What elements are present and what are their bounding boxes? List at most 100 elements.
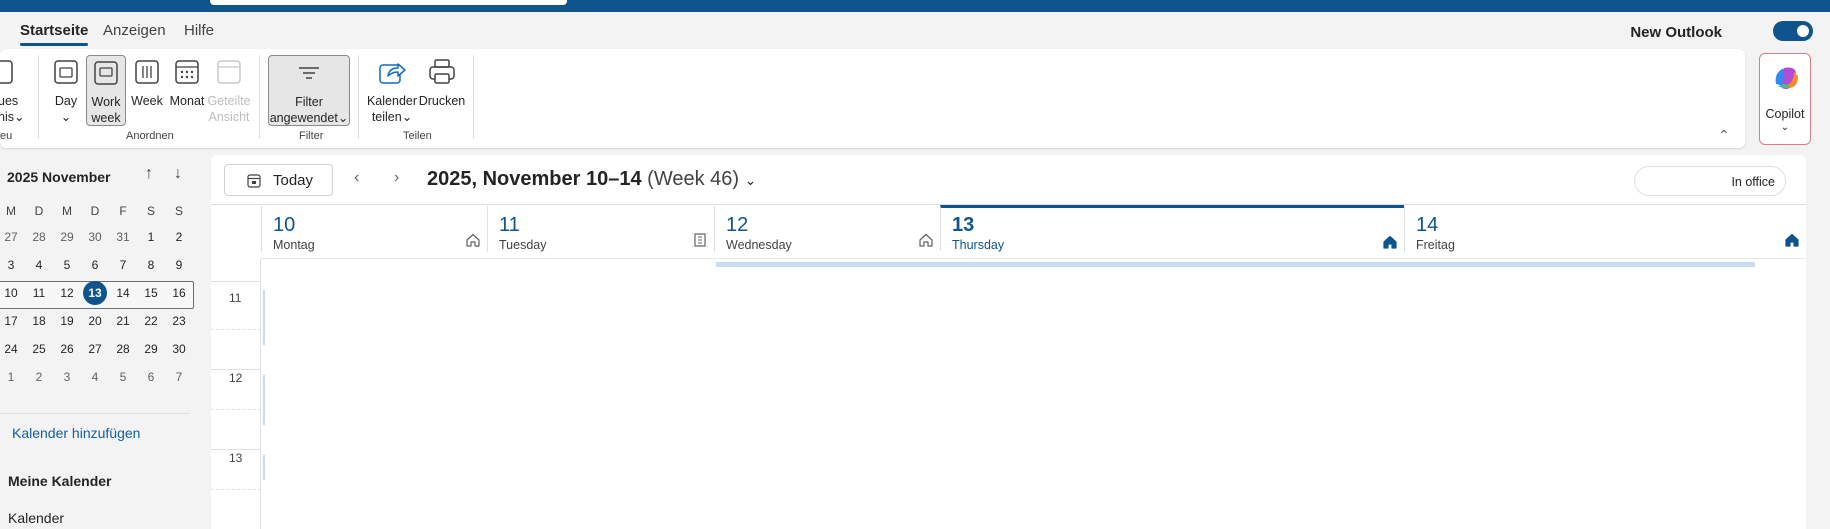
- view-week-button[interactable]: Week: [130, 57, 164, 109]
- home-location-icon[interactable]: [1382, 234, 1398, 250]
- mini-calendar-day[interactable]: 19: [55, 309, 79, 333]
- mini-calendar-day[interactable]: 28: [27, 225, 51, 249]
- mini-calendar-day[interactable]: 13: [83, 281, 107, 305]
- search-box[interactable]: [210, 0, 567, 5]
- hour-line: [211, 449, 261, 450]
- all-day-event[interactable]: [716, 262, 1755, 267]
- in-office-button[interactable]: In office: [1634, 166, 1786, 196]
- today-button[interactable]: Today: [224, 164, 333, 196]
- tab-anzeigen[interactable]: Anzeigen: [103, 22, 166, 39]
- mini-calendar-day[interactable]: 6: [139, 365, 163, 389]
- mini-calendar-day[interactable]: 5: [55, 253, 79, 277]
- in-office-label: In office: [1731, 175, 1775, 189]
- tab-hilfe[interactable]: Hilfe: [184, 22, 214, 39]
- share-calendar-button[interactable]: Kalender teilen⌄: [366, 57, 418, 125]
- mini-calendar-day[interactable]: 11: [27, 281, 51, 305]
- mini-calendar-day[interactable]: 17: [0, 309, 23, 333]
- day-view-icon: [54, 60, 78, 84]
- collapse-ribbon-icon[interactable]: ⌃: [1718, 127, 1730, 144]
- mini-calendar-day[interactable]: 22: [139, 309, 163, 333]
- mini-calendar-day[interactable]: 3: [0, 253, 23, 277]
- mini-calendar-day[interactable]: 14: [111, 281, 135, 305]
- copilot-button[interactable]: Copilot ⌄: [1759, 53, 1811, 145]
- mini-calendar-day[interactable]: 4: [83, 365, 107, 389]
- filter-button[interactable]: Filter angewendet⌄: [268, 55, 350, 126]
- mini-calendar-day[interactable]: 27: [83, 337, 107, 361]
- print-button[interactable]: Drucken: [418, 57, 466, 109]
- day-number: 11: [499, 214, 520, 236]
- mini-calendar-day[interactable]: 1: [139, 225, 163, 249]
- mini-calendar-day[interactable]: 23: [167, 309, 191, 333]
- arrow-down-icon[interactable]: ↓: [174, 165, 182, 183]
- mini-calendar-day[interactable]: 3: [55, 365, 79, 389]
- my-calendars-heading: Meine Kalender: [8, 473, 112, 489]
- mini-calendar-day[interactable]: 24: [0, 337, 23, 361]
- mini-calendar-day[interactable]: 27: [0, 225, 23, 249]
- day-name: Tuesday: [499, 238, 547, 252]
- mini-calendar-day[interactable]: 28: [111, 337, 135, 361]
- mini-calendar-day[interactable]: 29: [139, 337, 163, 361]
- view-month-label: Monat: [169, 94, 205, 108]
- day-header[interactable]: 13 Thursday: [940, 205, 1404, 252]
- filter-label: Filter: [295, 95, 323, 109]
- view-month-button[interactable]: Monat: [168, 57, 206, 109]
- group-label-new: eu: [0, 130, 13, 142]
- view-shared-button[interactable]: Geteilte Ansicht: [206, 57, 252, 125]
- weekday-header: D: [34, 204, 44, 218]
- mini-calendar-day[interactable]: 6: [83, 253, 107, 277]
- mini-calendar-day[interactable]: 5: [111, 365, 135, 389]
- new-outlook-toggle[interactable]: [1773, 21, 1813, 41]
- mini-calendar-day[interactable]: 26: [55, 337, 79, 361]
- calendar-item[interactable]: Kalender: [8, 510, 64, 526]
- shared-view-icon: [217, 60, 241, 84]
- mini-calendar-day[interactable]: 7: [111, 253, 135, 277]
- event-marker[interactable]: [263, 375, 265, 425]
- home-location-icon[interactable]: [1784, 232, 1800, 248]
- view-day-button[interactable]: Day ⌄: [50, 57, 82, 125]
- home-location-icon[interactable]: [465, 232, 481, 248]
- next-week-icon[interactable]: ›: [394, 169, 399, 187]
- mini-calendar-day[interactable]: 30: [167, 337, 191, 361]
- office-location-icon[interactable]: [692, 232, 708, 248]
- day-number: 14: [1416, 214, 1439, 236]
- mini-calendar-day[interactable]: 4: [27, 253, 51, 277]
- top-bar: [0, 0, 1830, 12]
- mini-calendar-day[interactable]: 30: [83, 225, 107, 249]
- mini-calendar-day[interactable]: 2: [27, 365, 51, 389]
- arrow-up-icon[interactable]: ↑: [145, 165, 153, 183]
- month-view-icon: [175, 60, 199, 84]
- mini-calendar-day[interactable]: 9: [167, 253, 191, 277]
- tab-startseite[interactable]: Startseite: [20, 22, 89, 46]
- mini-calendar-day[interactable]: 12: [55, 281, 79, 305]
- mini-calendar-day[interactable]: 10: [0, 281, 23, 305]
- mini-calendar-day[interactable]: 2: [167, 225, 191, 249]
- mini-calendar-day[interactable]: 7: [167, 365, 191, 389]
- add-calendar-link[interactable]: Kalender hinzufügen: [12, 425, 140, 441]
- share-calendar-label-2: teilen: [371, 110, 402, 124]
- mini-calendar-day[interactable]: 15: [139, 281, 163, 305]
- mini-calendar-day[interactable]: 18: [27, 309, 51, 333]
- day-header[interactable]: 14 Freitag: [1404, 206, 1806, 252]
- previous-week-icon[interactable]: ‹: [354, 169, 359, 187]
- mini-calendar-day[interactable]: 29: [55, 225, 79, 249]
- hour-label: 13: [229, 451, 243, 465]
- new-event-button[interactable]: ues nis⌄: [0, 57, 28, 125]
- mini-calendar-day[interactable]: 20: [83, 309, 107, 333]
- mini-calendar-day[interactable]: 21: [111, 309, 135, 333]
- day-header[interactable]: 12 Wednesday: [714, 206, 940, 252]
- home-location-icon[interactable]: [918, 232, 934, 248]
- divider: [38, 55, 39, 139]
- date-range-picker[interactable]: 2025, November 10–14 (Week 46) ⌄: [427, 168, 756, 191]
- mini-calendar-day[interactable]: 8: [139, 253, 163, 277]
- mini-calendar-day[interactable]: 1: [0, 365, 23, 389]
- mini-calendar-day[interactable]: 16: [167, 281, 191, 305]
- day-header[interactable]: 10 Montag: [261, 206, 487, 252]
- mini-calendar-day[interactable]: 25: [27, 337, 51, 361]
- divider: [473, 55, 474, 139]
- view-workweek-button[interactable]: Work week: [86, 55, 126, 126]
- mini-calendar-day[interactable]: 31: [111, 225, 135, 249]
- divider: [0, 413, 190, 414]
- event-marker[interactable]: [263, 455, 265, 480]
- event-marker[interactable]: [263, 290, 265, 345]
- day-header[interactable]: 11 Tuesday: [487, 206, 714, 252]
